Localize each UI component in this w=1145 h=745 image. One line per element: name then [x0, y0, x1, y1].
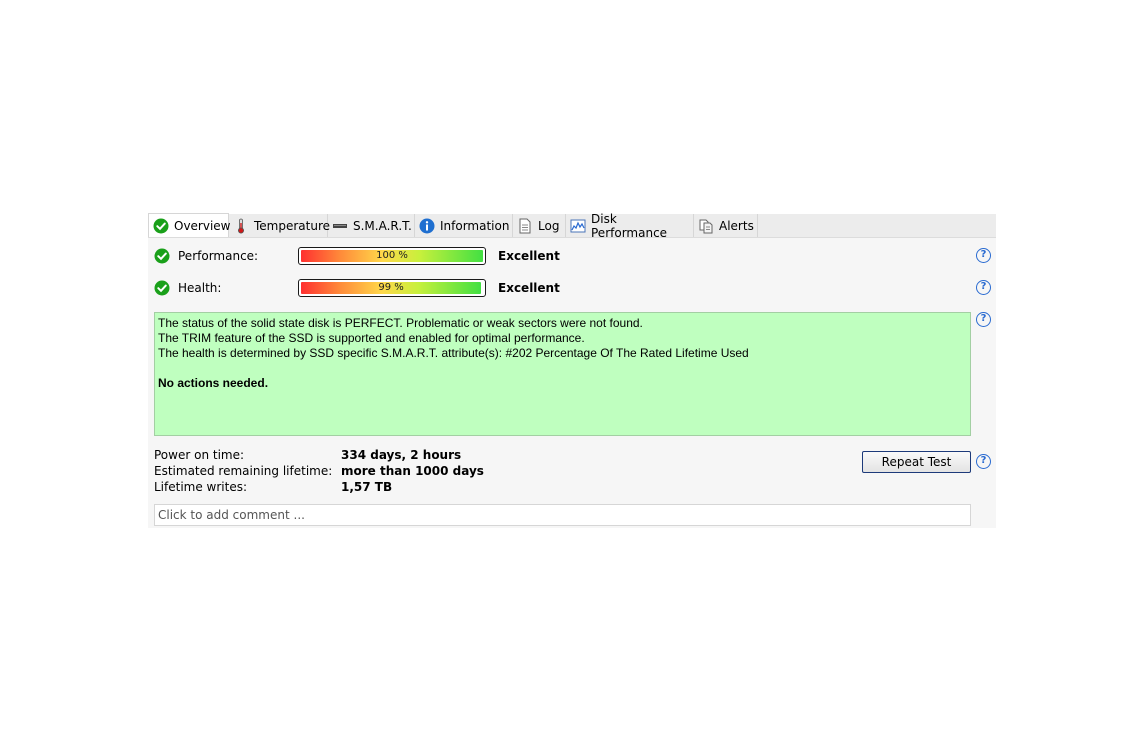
tab-label: Alerts — [719, 218, 754, 233]
performance-bar-fill: 100 % — [301, 250, 483, 262]
tab-label: Log — [538, 218, 560, 233]
thermometer-icon — [238, 218, 244, 233]
status-message-box: The status of the solid state disk is PE… — [154, 312, 971, 436]
tab-label: Temperature — [254, 218, 331, 233]
tab-information[interactable]: Information — [415, 214, 513, 237]
status-help-icon[interactable]: ? — [976, 312, 991, 327]
repeat-test-help-icon[interactable]: ? — [976, 454, 991, 469]
performance-help-icon[interactable]: ? — [976, 248, 991, 263]
tab-bar: Overview Temperature S.M.A.R.T. Informat… — [148, 211, 996, 240]
performance-bar: 100 % — [298, 247, 486, 265]
status-action: No actions needed. — [158, 376, 269, 390]
tab-label: S.M.A.R.T. — [353, 218, 412, 233]
tab-overview[interactable]: Overview — [148, 213, 231, 237]
performance-percent: 100 % — [376, 250, 408, 261]
tab-log[interactable]: Log — [513, 214, 566, 237]
comment-input[interactable] — [154, 504, 971, 526]
status-line: The TRIM feature of the SSD is supported… — [158, 331, 585, 345]
disk-icon — [333, 223, 347, 228]
lifetime-writes-label: Lifetime writes: — [154, 480, 248, 494]
overview-panel: Overview Temperature S.M.A.R.T. Informat… — [148, 211, 996, 528]
performance-label: Performance: — [178, 249, 259, 263]
performance-rating: Excellent — [498, 249, 560, 263]
info-icon — [419, 218, 435, 233]
lifetime-writes-value: 1,57 TB — [341, 480, 393, 494]
performance-check-icon — [154, 248, 170, 264]
health-check-icon — [154, 280, 170, 296]
power-on-label: Power on time: — [154, 448, 245, 462]
tab-temperature[interactable]: Temperature — [229, 214, 331, 237]
health-percent: 99 % — [378, 282, 404, 293]
status-line: The status of the solid state disk is PE… — [158, 316, 643, 330]
tab-disk-performance[interactable]: Disk Performance — [566, 211, 694, 240]
health-label: Health: — [178, 281, 222, 295]
health-bar-fill: 99 % — [301, 282, 482, 294]
remaining-lifetime-label: Estimated remaining lifetime: — [154, 464, 333, 478]
tab-smart[interactable]: S.M.A.R.T. — [328, 214, 415, 237]
remaining-lifetime-value: more than 1000 days — [341, 464, 484, 478]
check-circle-icon — [153, 218, 169, 233]
repeat-test-button[interactable]: Repeat Test — [862, 451, 971, 473]
tab-alerts[interactable]: Alerts — [694, 214, 758, 237]
health-bar: 99 % — [298, 279, 486, 297]
health-rating: Excellent — [498, 281, 560, 295]
power-on-value: 334 days, 2 hours — [341, 448, 462, 462]
alerts-icon — [699, 219, 713, 233]
status-line: The health is determined by SSD specific… — [158, 346, 749, 360]
status-spacer — [158, 361, 967, 376]
tab-label: Disk Performance — [591, 211, 668, 240]
chart-icon — [570, 219, 586, 232]
tab-label: Overview — [174, 218, 231, 233]
document-icon — [519, 218, 531, 233]
health-help-icon[interactable]: ? — [976, 280, 991, 295]
tab-label: Information — [440, 218, 510, 233]
